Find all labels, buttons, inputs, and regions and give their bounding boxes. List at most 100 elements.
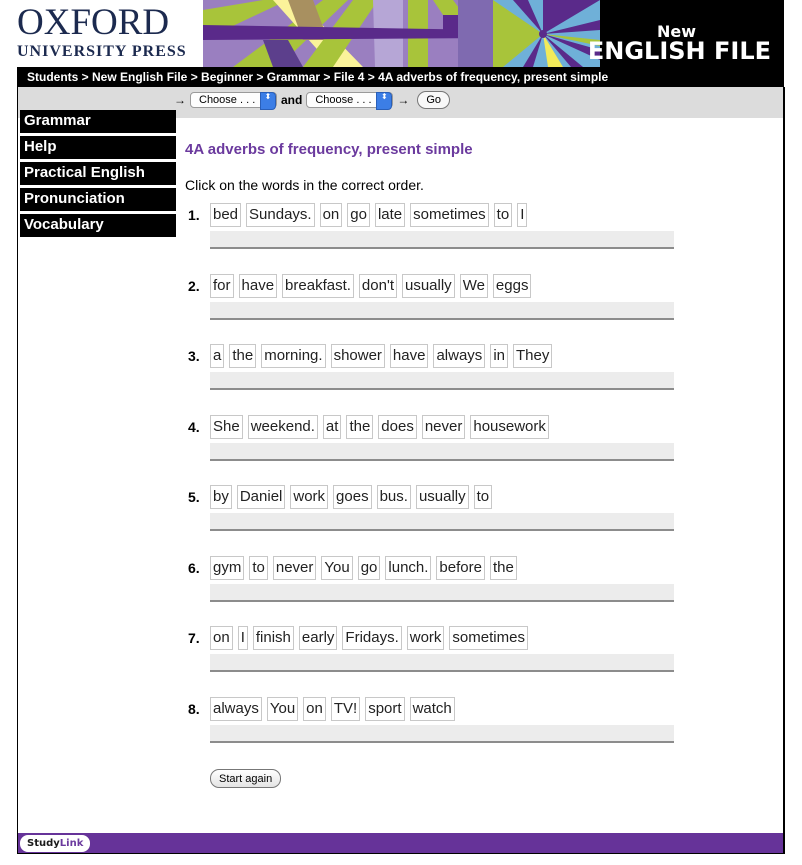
answer-box[interactable] [210,513,674,531]
banner-artwork [203,0,600,67]
studylink-study: Study [27,838,60,849]
answer-box[interactable] [210,583,674,602]
word-tile[interactable]: housework [470,414,549,439]
word-tile[interactable]: eggs [492,273,532,298]
word-tile[interactable]: goes [333,485,372,509]
word-tile[interactable]: always [433,344,486,368]
word-tile[interactable]: You [266,696,299,721]
select-value: Choose . . . [315,94,372,106]
word-tile[interactable]: always [210,696,262,721]
oxford-university-press-logo[interactable]: OXFORD UNIVERSITY PRESS [17,2,187,61]
word-tile[interactable]: sometimes [449,626,528,650]
second-choose-select[interactable]: Choose . . . ⬍ [306,92,394,110]
word-tile[interactable]: don't [358,273,397,298]
word-tile[interactable]: finish [252,626,294,650]
word-tile[interactable]: before [436,555,485,580]
go-button[interactable]: Go [417,91,451,109]
word-tile[interactable]: early [298,626,338,650]
word-tile[interactable]: to [493,203,513,227]
jump-navigation: → Choose . . . ⬍ and Choose . . . ⬍ → Go [174,91,451,110]
answer-box[interactable] [210,442,674,461]
answer-box[interactable] [210,301,674,320]
word-tile[interactable]: TV! [330,696,361,721]
sidebar-item-practical-english[interactable]: Practical English [20,162,176,186]
logo-university-press: UNIVERSITY PRESS [17,43,187,60]
word-tile[interactable]: We [459,273,488,298]
select-stepper-icon: ⬍ [376,92,393,110]
word-bank: always You on TV! sport watch [210,696,460,721]
word-tile[interactable]: weekend. [247,414,318,439]
word-tile[interactable]: She [210,414,243,439]
word-tile[interactable]: Daniel [236,485,286,509]
answer-box[interactable] [210,372,674,390]
first-choose-select[interactable]: Choose . . . ⬍ [190,92,277,110]
new-english-file-brand[interactable]: New ENGLISH FILE [588,0,784,67]
question-number: 2. [188,277,200,294]
word-tile[interactable]: never [421,414,466,439]
answer-box[interactable] [210,654,674,672]
word-tile[interactable]: lunch. [385,555,432,580]
answer-box[interactable] [210,231,674,249]
word-tile[interactable]: morning. [261,344,326,368]
word-tile[interactable]: breakfast. [282,273,354,298]
word-tile[interactable]: I [517,203,528,227]
word-tile[interactable]: to [249,555,268,580]
word-tile[interactable]: Fridays. [342,626,402,650]
word-bank: by Daniel work goes bus. usually to [210,485,497,509]
word-tile[interactable]: on [303,696,326,721]
word-tile[interactable]: have [238,273,278,298]
word-tile[interactable]: the [229,344,257,368]
word-tile[interactable]: bed [210,203,242,227]
word-tile[interactable]: bus. [376,485,411,509]
sidebar: Grammar Help Practical English Pronuncia… [20,110,176,240]
word-tile[interactable]: sport [365,696,405,721]
sidebar-item-grammar[interactable]: Grammar [20,110,176,134]
page-title: 4A adverbs of frequency, present simple [185,141,473,158]
sidebar-item-help[interactable]: Help [20,136,176,160]
footer-bar: StudyLink [18,833,783,853]
answer-box[interactable] [210,724,674,743]
word-tile[interactable]: does [378,414,417,439]
word-tile[interactable]: watch [409,696,455,721]
word-tile[interactable]: have [389,344,429,368]
logo-oxford: OXFORD [17,2,170,43]
word-tile[interactable]: the [346,414,374,439]
word-tile[interactable]: the [489,555,517,580]
word-tile[interactable]: shower [330,344,385,368]
word-tile[interactable]: They [513,344,553,368]
instructions: Click on the words in the correct order. [185,177,424,193]
arrow-right-icon: → [397,93,410,107]
word-tile[interactable]: by [210,485,232,509]
word-tile[interactable]: go [357,555,381,580]
breadcrumb[interactable]: Students > New English File > Beginner >… [17,67,784,87]
word-tile[interactable]: usually [401,273,455,298]
word-tile[interactable]: at [322,414,342,439]
sidebar-item-vocabulary[interactable]: Vocabulary [20,214,176,238]
word-tile[interactable]: You [321,555,353,580]
page-frame: → Choose . . . ⬍ and Choose . . . ⬍ → Go… [17,87,785,854]
word-tile[interactable]: on [210,626,233,650]
studylink-logo[interactable]: StudyLink [20,835,91,852]
word-tile[interactable]: work [290,485,329,509]
word-tile[interactable]: Sundays. [246,203,315,227]
word-tile[interactable]: a [210,344,225,368]
word-tile[interactable]: never [272,555,317,580]
word-tile[interactable]: gym [210,555,245,580]
word-tile[interactable]: in [490,344,508,368]
word-tile[interactable]: usually [415,485,469,509]
word-tile[interactable]: I [237,626,248,650]
word-tile[interactable]: late [374,203,406,227]
word-tile[interactable]: go [347,203,370,227]
word-tile[interactable]: on [319,203,343,227]
start-again-button[interactable]: Start again [210,769,282,788]
word-tile[interactable]: work [406,626,445,650]
site-header: OXFORD UNIVERSITY PRESS New ENGLISH FILE [0,0,802,67]
word-tile[interactable]: sometimes [410,203,489,227]
word-tile[interactable]: for [210,273,234,298]
word-bank: She weekend. at the does never housework [210,414,554,439]
sidebar-item-pronunciation[interactable]: Pronunciation [20,188,176,212]
question-number: 5. [188,489,200,505]
word-tile[interactable]: to [473,485,493,509]
starburst-graphic [203,0,600,67]
word-bank: a the morning. shower have always in They [210,344,557,368]
